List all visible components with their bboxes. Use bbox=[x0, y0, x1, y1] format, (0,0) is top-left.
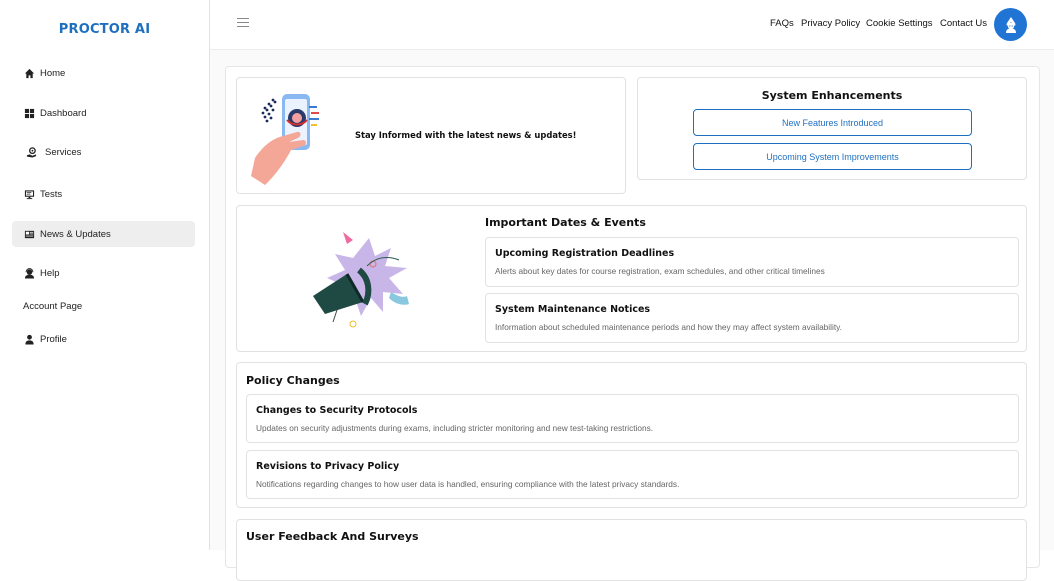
sidebar-item-label: Account Page bbox=[23, 300, 83, 312]
item-description: Updates on security adjustments during e… bbox=[256, 423, 654, 433]
hero-card: Stay Informed with the latest news & upd… bbox=[236, 77, 626, 194]
sidebar-item-label: Tests bbox=[40, 188, 63, 200]
sidebar-item-profile[interactable]: Profile bbox=[12, 326, 195, 352]
sidebar-item-help[interactable]: Help bbox=[12, 260, 195, 286]
phone-hand-illustration bbox=[251, 94, 319, 185]
system-enhancements-title: System Enhancements bbox=[761, 89, 903, 102]
support-icon bbox=[23, 267, 35, 279]
important-dates-card: Important Dates & Events Upcoming Regist… bbox=[236, 205, 1027, 352]
item-description: Notifications regarding changes to how u… bbox=[256, 479, 680, 489]
home-icon bbox=[23, 67, 35, 79]
nav-link-faqs[interactable]: FAQs bbox=[770, 18, 794, 29]
grid-icon bbox=[23, 107, 35, 119]
sidebar-item-label: Help bbox=[40, 267, 60, 279]
sidebar-item-label: Profile bbox=[40, 333, 67, 345]
sidebar-item-home[interactable]: Home bbox=[12, 60, 195, 86]
sidebar-item-label: Dashboard bbox=[40, 107, 87, 119]
list-item[interactable]: Changes to Security Protocols Updates on… bbox=[246, 394, 1019, 443]
sidebar-item-services[interactable]: Services bbox=[12, 139, 195, 165]
item-title: System Maintenance Notices bbox=[495, 304, 651, 315]
sidebar-item-dashboard[interactable]: Dashboard bbox=[12, 100, 195, 126]
item-description: Information about scheduled maintenance … bbox=[495, 322, 842, 332]
nav-link-contact-us[interactable]: Contact Us bbox=[940, 18, 987, 29]
user-icon bbox=[23, 333, 35, 345]
user-avatar-icon bbox=[1005, 16, 1016, 33]
top-header: FAQs Privacy Policy Cookie Settings Cont… bbox=[210, 0, 1054, 50]
sidebar-item-news-updates[interactable]: News & Updates bbox=[12, 221, 195, 247]
nav-link-privacy-policy[interactable]: Privacy Policy bbox=[801, 18, 860, 29]
new-features-button[interactable]: New Features Introduced bbox=[693, 109, 972, 136]
sidebar-item-account-page[interactable]: Account Page bbox=[12, 293, 195, 319]
user-feedback-card: User Feedback And Surveys bbox=[236, 519, 1027, 581]
brand-logo[interactable]: PROCTOR AI bbox=[0, 22, 209, 37]
avatar[interactable] bbox=[994, 8, 1027, 41]
policy-changes-card: Policy Changes Changes to Security Proto… bbox=[236, 362, 1027, 508]
sidebar-item-tests[interactable]: Tests bbox=[12, 181, 195, 207]
user-feedback-title: User Feedback And Surveys bbox=[246, 530, 419, 543]
menu-icon[interactable] bbox=[237, 18, 249, 28]
hero-text: Stay Informed with the latest news & upd… bbox=[355, 130, 577, 140]
sidebar-item-label: Home bbox=[40, 67, 66, 79]
item-title: Upcoming Registration Deadlines bbox=[495, 248, 675, 259]
newspaper-icon bbox=[23, 228, 35, 240]
policy-changes-title: Policy Changes bbox=[246, 374, 340, 387]
sidebar-item-label: Services bbox=[45, 146, 82, 158]
item-title: Changes to Security Protocols bbox=[256, 405, 418, 416]
services-icon bbox=[25, 146, 37, 158]
sidebar: PROCTOR AI Home Dashboard Services Tests… bbox=[0, 0, 210, 550]
upcoming-improvements-button[interactable]: Upcoming System Improvements bbox=[693, 143, 972, 170]
list-item[interactable]: System Maintenance Notices Information a… bbox=[485, 293, 1019, 343]
monitor-icon bbox=[23, 188, 35, 200]
item-description: Alerts about key dates for course regist… bbox=[495, 266, 825, 276]
nav-link-cookie-settings[interactable]: Cookie Settings bbox=[866, 18, 933, 29]
list-item[interactable]: Upcoming Registration Deadlines Alerts a… bbox=[485, 237, 1019, 287]
system-enhancements-card: System Enhancements New Features Introdu… bbox=[637, 77, 1027, 180]
item-title: Revisions to Privacy Policy bbox=[256, 461, 400, 472]
important-dates-title: Important Dates & Events bbox=[485, 216, 646, 229]
list-item[interactable]: Revisions to Privacy Policy Notification… bbox=[246, 450, 1019, 499]
megaphone-illustration bbox=[313, 232, 409, 328]
sidebar-item-label: News & Updates bbox=[40, 228, 111, 240]
